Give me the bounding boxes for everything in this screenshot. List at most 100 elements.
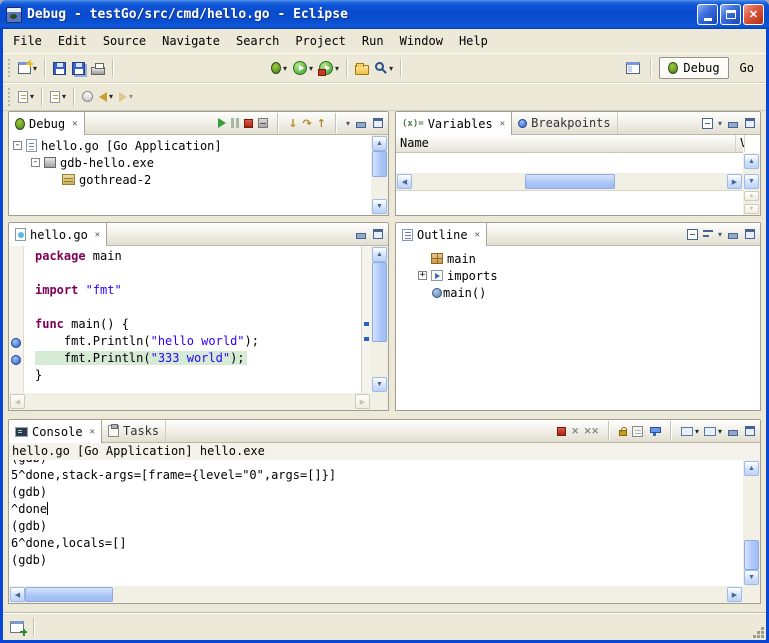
fast-view-button[interactable] [7,616,27,638]
code-text[interactable]: package main [35,249,124,263]
perspective-debug-button[interactable]: Debug [659,57,728,79]
code-editor[interactable]: package mainimport "fmt"func main() { fm… [25,246,361,393]
console-line[interactable]: 6^done,locals=[] [11,536,743,553]
scroll-down-button[interactable]: ▼ [372,199,387,214]
run-dropdown-button[interactable]: ▾ [290,57,316,79]
dropdown-icon[interactable]: ▾ [695,427,699,436]
maximize-view-button[interactable] [744,118,756,129]
suspend-button[interactable] [231,118,239,128]
tree-row[interactable]: gothread-2 [9,171,371,188]
scroll-up-button[interactable]: ▲ [744,154,759,169]
dropdown-icon[interactable]: ▾ [33,64,37,73]
gutter-row[interactable] [9,317,23,334]
last-edit-location-button[interactable] [79,86,96,108]
tree-label[interactable]: main() [443,286,486,300]
code-line[interactable]: package main [35,249,361,266]
scroll-right-button[interactable]: ▶ [355,394,370,409]
scroll-up-button[interactable]: ▲ [744,461,759,476]
column-name[interactable]: Name [396,135,736,152]
expander-minus-icon[interactable]: - [31,158,40,167]
scroll-thumb[interactable] [372,262,387,342]
console-line[interactable]: (gdb) [11,460,743,468]
minimize-view-button[interactable] [727,426,739,437]
code-line[interactable]: fmt.Println("333 world"); [35,351,361,368]
scroll-up-button[interactable]: ▲ [372,247,387,262]
scroll-left-button[interactable]: ◀ [10,394,25,409]
code-line[interactable]: fmt.Println("hello world"); [35,334,361,351]
titlebar[interactable]: Debug - testGo/src/cmd/hello.go - Eclips… [0,0,769,29]
perspective-go-button[interactable]: Go [732,57,762,79]
editor-vertical-scrollbar[interactable]: ▲ ▼ [371,246,388,393]
tab-debug[interactable]: Debug ✕ [9,112,85,135]
new-wizard-button[interactable]: ▾ [15,57,40,79]
new-folder-button[interactable] [352,57,372,79]
tab-tasks[interactable]: Tasks [102,420,166,442]
scroll-lock-button[interactable] [619,430,627,436]
tree-row[interactable]: main [414,250,760,267]
scroll-thumb[interactable] [25,587,113,602]
gutter-row[interactable] [9,334,23,351]
debug-dropdown-button[interactable]: ▾ [268,57,290,79]
variables-tree[interactable] [396,153,743,173]
forward-button[interactable]: ▾ [116,86,136,108]
step-into-button[interactable]: ↓ [288,118,297,129]
console-vertical-scrollbar[interactable]: ▲ ▼ [743,460,760,586]
editor-horizontal-scrollbar[interactable]: ◀ ▶ [9,393,371,410]
menu-search[interactable]: Search [228,30,287,52]
tab-console[interactable]: Console ✕ [9,420,102,443]
console-line[interactable]: ^done [11,502,743,519]
tree-label[interactable]: hello.go [Go Application] [41,139,222,153]
terminate-button[interactable] [557,427,566,436]
close-icon[interactable]: ✕ [72,119,77,129]
save-button[interactable] [50,57,69,79]
overview-marker[interactable] [364,322,369,326]
gutter-row[interactable] [9,368,23,385]
open-perspective-button[interactable] [623,57,643,79]
tree-label[interactable]: gothread-2 [79,173,151,187]
tab-outline[interactable]: Outline ✕ [396,223,487,246]
tree-label[interactable]: main [447,252,476,266]
close-icon[interactable]: ✕ [95,230,100,240]
menu-run[interactable]: Run [354,30,392,52]
scroll-thumb[interactable] [744,540,759,570]
code-text[interactable]: fmt.Println("hello world"); [35,334,261,348]
pin-console-button[interactable] [653,427,656,436]
dropdown-icon[interactable]: ▾ [309,64,313,73]
dropdown-icon[interactable]: ▾ [389,64,393,73]
code-text[interactable]: func main() { [35,317,131,331]
tree-row[interactable]: - gdb-hello.exe [9,154,371,171]
code-line[interactable]: } [35,368,361,385]
column-value[interactable]: V [736,135,745,152]
maximize-view-button[interactable] [744,426,756,437]
external-tools-button[interactable]: ▾ [316,57,342,79]
dropdown-icon[interactable]: ▾ [718,427,722,436]
dropdown-icon[interactable]: ▾ [62,92,66,101]
scroll-up-button[interactable]: ▲ [744,191,759,201]
close-icon[interactable]: ✕ [475,230,480,240]
code-line[interactable] [35,266,361,283]
back-button[interactable]: ▾ [96,86,116,108]
expander-minus-icon[interactable]: - [13,141,22,150]
console-line[interactable]: 5^done,stack-args=[frame={level="0",args… [11,468,743,485]
scroll-thumb[interactable] [525,174,615,189]
menu-source[interactable]: Source [95,30,154,52]
minimize-window-button[interactable] [697,4,718,25]
gutter-row[interactable] [9,351,23,368]
console-horizontal-scrollbar[interactable]: ◀ ▶ [9,586,743,603]
close-icon[interactable]: ✕ [500,119,505,129]
terminate-button[interactable] [244,119,253,128]
disconnect-button[interactable] [258,118,268,128]
save-all-button[interactable] [69,57,88,79]
tree-row[interactable]: main() [414,284,760,301]
console-output[interactable]: (gdb)5^done,stack-args=[frame={level="0"… [9,460,743,586]
scroll-right-button[interactable]: ▶ [727,174,742,189]
tree-row[interactable]: +imports [414,267,760,284]
step-over-button[interactable]: ↷ [303,118,312,129]
remove-launch-button[interactable]: ✕ [571,427,579,436]
breakpoint-marker-icon[interactable] [11,338,21,348]
dropdown-icon[interactable]: ▾ [109,92,113,101]
step-return-button[interactable]: ↑ [317,118,326,129]
remove-all-terminated-button[interactable]: ✕✕ [584,427,599,436]
console-line[interactable]: (gdb) [11,553,743,570]
tree-label[interactable]: gdb-hello.exe [60,156,154,170]
